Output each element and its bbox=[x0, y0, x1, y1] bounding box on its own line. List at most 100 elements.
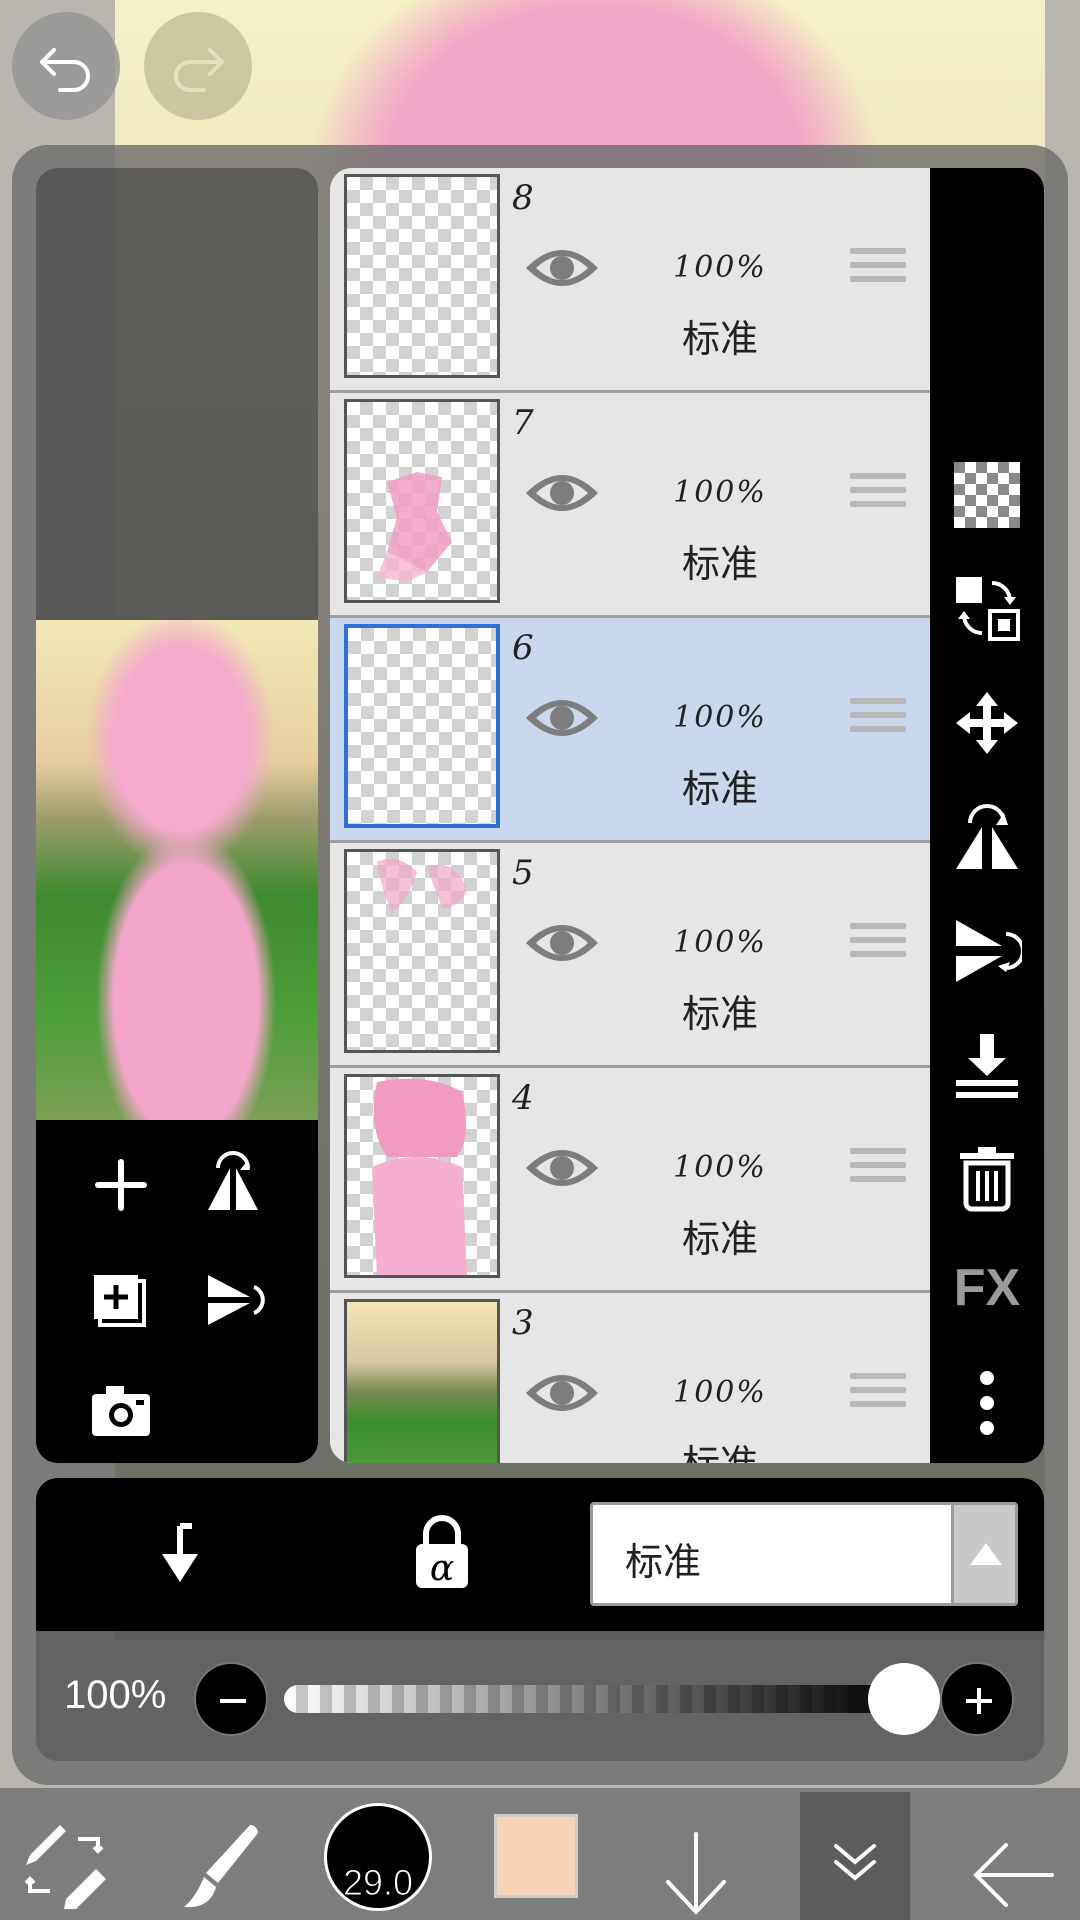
flip-horizontal-button[interactable] bbox=[198, 1150, 268, 1220]
layer-row-6[interactable]: 6 100% 标准 bbox=[330, 618, 930, 843]
flip-vertical-button[interactable] bbox=[198, 1265, 268, 1335]
drag-handle-icon[interactable] bbox=[850, 473, 906, 523]
drag-handle-icon[interactable] bbox=[850, 1373, 906, 1423]
double-chevron-down-icon bbox=[834, 1844, 876, 1881]
flip-horizontal-icon bbox=[208, 1151, 258, 1210]
svg-text:α: α bbox=[430, 1548, 454, 1589]
layer-opacity: 100% bbox=[673, 1375, 767, 1410]
canvas-preview-thumbnail[interactable] bbox=[36, 620, 318, 1120]
plus-icon bbox=[966, 1688, 992, 1714]
eye-icon[interactable] bbox=[522, 463, 602, 523]
camera-icon bbox=[92, 1386, 150, 1436]
drag-handle-icon[interactable] bbox=[850, 1148, 906, 1198]
layer-opacity: 100% bbox=[673, 250, 767, 285]
checkerboard-icon bbox=[954, 462, 1020, 528]
pen-eraser-swap-icon[interactable] bbox=[20, 1808, 110, 1918]
opacity-increase-button[interactable] bbox=[940, 1662, 1014, 1736]
opacity-slider-thumb[interactable] bbox=[868, 1663, 940, 1735]
opacity-decrease-button[interactable] bbox=[194, 1662, 268, 1736]
flip-layer-vertical-button[interactable] bbox=[952, 916, 1025, 986]
layer-opacity: 100% bbox=[673, 475, 767, 510]
merge-down-button[interactable] bbox=[952, 1030, 1022, 1100]
layer-blend-mode: 标准 bbox=[681, 1217, 758, 1261]
layer-4-art bbox=[372, 1078, 467, 1275]
eye-icon[interactable] bbox=[522, 913, 602, 973]
drag-handle-icon[interactable] bbox=[850, 248, 906, 298]
undo-button[interactable] bbox=[12, 12, 120, 120]
undo-icon bbox=[40, 48, 90, 92]
drag-handle-icon[interactable] bbox=[850, 923, 906, 973]
layer-7-art bbox=[377, 472, 452, 582]
layer-list[interactable]: 8 100% 标准 7 100% 标准 6 100% 标准 5 100% 标准 … bbox=[330, 168, 930, 1463]
trash-icon bbox=[960, 1147, 1014, 1212]
flip-layer-horizontal-button[interactable] bbox=[952, 803, 1022, 873]
brush-size-button[interactable]: 29.0 bbox=[324, 1803, 432, 1911]
layer-number: 3 bbox=[512, 1303, 534, 1343]
eye-icon[interactable] bbox=[522, 688, 602, 748]
lock-alpha-icon[interactable]: α bbox=[410, 1514, 474, 1594]
move-button[interactable] bbox=[952, 688, 1022, 758]
more-vertical-icon bbox=[980, 1371, 994, 1435]
layer-add-icon bbox=[94, 1275, 146, 1327]
layer-thumbnail[interactable] bbox=[344, 174, 500, 378]
fx-button[interactable]: FX bbox=[944, 1258, 1030, 1318]
minus-icon bbox=[220, 1699, 246, 1703]
arrow-down-icon[interactable] bbox=[660, 1820, 732, 1920]
eye-icon[interactable] bbox=[522, 1363, 602, 1423]
layer-thumbnail[interactable] bbox=[344, 1299, 500, 1463]
swap-layer-button[interactable] bbox=[952, 573, 1022, 643]
flip-vertical-icon bbox=[956, 920, 1025, 982]
flip-horizontal-icon bbox=[956, 804, 1018, 869]
layer-5-art bbox=[377, 858, 467, 912]
layer-thumbnail[interactable] bbox=[344, 624, 500, 828]
layer-blend-mode: 标准 bbox=[681, 992, 758, 1036]
add-layer-copy-button[interactable] bbox=[86, 1265, 156, 1335]
opacity-value: 100% bbox=[64, 1673, 167, 1717]
more-options-button[interactable] bbox=[952, 1368, 1022, 1438]
color-swatch[interactable] bbox=[494, 1814, 578, 1898]
flip-vertical-icon bbox=[208, 1275, 265, 1325]
redo-button[interactable] bbox=[144, 12, 252, 120]
brush-icon[interactable] bbox=[178, 1810, 264, 1920]
layer-row-8[interactable]: 8 100% 标准 bbox=[330, 168, 930, 393]
layer-blend-mode: 标准 bbox=[630, 1433, 810, 1463]
eye-icon[interactable] bbox=[522, 1138, 602, 1198]
layer-opacity: 100% bbox=[673, 925, 767, 960]
transparent-layer-button[interactable] bbox=[952, 460, 1022, 530]
swap-icon bbox=[956, 577, 1020, 641]
layer-row-5[interactable]: 5 100% 标准 bbox=[330, 843, 930, 1068]
blend-mode-select[interactable]: 标准 bbox=[590, 1502, 1018, 1606]
opacity-slider[interactable] bbox=[284, 1685, 904, 1713]
layer-row-7[interactable]: 7 100% 标准 bbox=[330, 393, 930, 618]
layer-number: 7 bbox=[512, 403, 534, 443]
camera-button[interactable] bbox=[86, 1376, 156, 1446]
eye-icon[interactable] bbox=[522, 238, 602, 298]
layer-row-3[interactable]: 3 100% 标准 bbox=[330, 1293, 930, 1463]
dropdown-arrow[interactable] bbox=[951, 1505, 1015, 1603]
arrow-left-icon[interactable] bbox=[970, 1820, 1056, 1920]
layer-row-4[interactable]: 4 100% 标准 bbox=[330, 1068, 930, 1293]
blend-mode-value: 标准 bbox=[625, 1540, 702, 1584]
merge-down-icon bbox=[956, 1034, 1018, 1098]
layer-blend-mode: 标准 bbox=[681, 317, 758, 361]
layer-thumbnail[interactable] bbox=[344, 1074, 500, 1278]
layer-actions bbox=[36, 1120, 318, 1463]
drag-handle-icon[interactable] bbox=[850, 698, 906, 748]
move-icon bbox=[956, 692, 1018, 754]
plus-icon bbox=[95, 1159, 147, 1211]
layer-number: 5 bbox=[512, 853, 534, 893]
add-layer-button[interactable] bbox=[86, 1150, 156, 1220]
brush-size-value: 29.0 bbox=[342, 1862, 414, 1904]
triangle-up-icon bbox=[970, 1543, 1002, 1565]
layer-opacity: 100% bbox=[673, 1150, 767, 1185]
layer-blend-mode: 标准 bbox=[681, 542, 758, 586]
delete-layer-button[interactable] bbox=[952, 1143, 1022, 1213]
layer-toolbar: FX bbox=[930, 168, 1044, 1463]
layers-tab-button[interactable] bbox=[800, 1792, 910, 1920]
layer-blend-mode: 标准 bbox=[681, 767, 758, 811]
redo-icon bbox=[174, 48, 224, 92]
layer-thumbnail[interactable] bbox=[344, 849, 500, 1053]
layer-opacity: 100% bbox=[673, 700, 767, 735]
clipping-icon[interactable] bbox=[142, 1520, 212, 1590]
layer-thumbnail[interactable] bbox=[344, 399, 500, 603]
